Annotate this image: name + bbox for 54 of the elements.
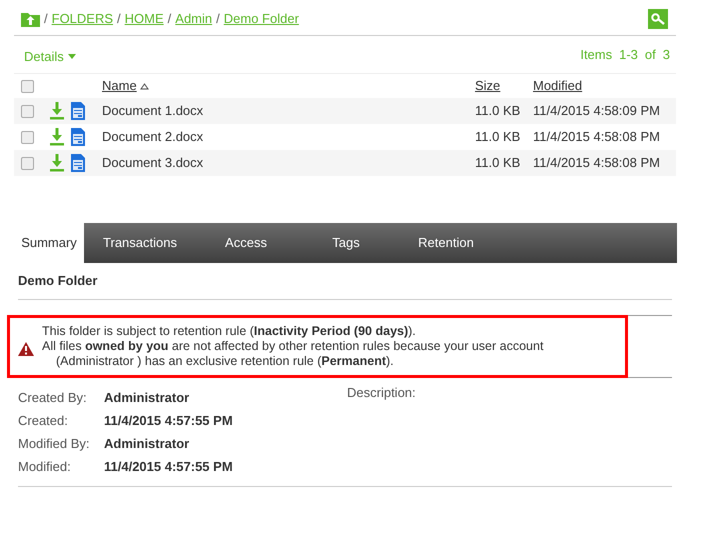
warning-icon <box>18 342 34 356</box>
alert-text: All files owned by you are not affected by other retention rules because your user account <box>42 339 544 354</box>
file-modified: 11/4/2015 4:58:09 PM <box>533 102 660 120</box>
file-name[interactable]: Document 1.docx <box>102 101 475 121</box>
document-icon <box>71 154 85 172</box>
tab[interactable]: Tags <box>296 223 396 263</box>
field-value: 11/4/2015 4:57:55 PM <box>104 458 233 476</box>
items-of: of <box>644 46 656 64</box>
breadcrumb-separator: / <box>44 10 48 28</box>
field-label: Created By: <box>18 388 88 407</box>
field-label: Created: <box>18 412 69 430</box>
tab[interactable]: Summary <box>14 223 84 263</box>
tab[interactable]: Retention <box>396 223 496 263</box>
alert-text: (Administrator ) has an exclusive retention rule (Permanent). <box>55 354 395 369</box>
items-label: Items <box>580 46 612 64</box>
file-modified: 11/4/2015 4:58:08 PM <box>533 128 660 146</box>
breadcrumb-separator: / <box>168 10 172 28</box>
download-icon[interactable] <box>50 128 64 146</box>
document-icon <box>71 128 85 146</box>
file-size: 11.0 KB <box>475 154 522 172</box>
column-header[interactable]: Modified <box>533 76 582 96</box>
file-modified: 11/4/2015 4:58:08 PM <box>533 154 660 172</box>
checkbox[interactable] <box>21 104 34 118</box>
alert-text: This folder is subject to retention rule (Inactivity Period (90 days)). <box>42 324 417 339</box>
folder-title: Demo Folder <box>18 263 672 300</box>
download-icon[interactable] <box>50 102 64 120</box>
items-range: 1-3 <box>619 46 638 64</box>
file-size: 11.0 KB <box>475 102 522 120</box>
field-label: Modified By: <box>18 434 91 453</box>
document-icon <box>71 102 85 120</box>
field-label: Modified: <box>18 458 72 476</box>
field-value: 11/4/2015 4:57:55 PM <box>104 412 233 430</box>
file-size: 11.0 KB <box>475 128 522 146</box>
checkbox[interactable] <box>21 130 34 144</box>
description-label: Description: <box>347 384 416 402</box>
folder-up-icon[interactable] <box>21 10 40 26</box>
panel-border <box>628 315 672 378</box>
field-value: Administrator <box>104 434 190 453</box>
tab[interactable]: Transactions <box>84 223 196 263</box>
file-name[interactable]: Document 2.docx <box>102 127 475 147</box>
file-name[interactable]: Document 3.docx <box>102 153 475 173</box>
breadcrumb-separator: / <box>117 10 121 28</box>
checkbox[interactable] <box>21 156 34 170</box>
tab[interactable]: Access <box>196 223 296 263</box>
download-icon[interactable] <box>50 154 64 172</box>
caret-icon <box>68 54 76 59</box>
items-total: 3 <box>662 46 670 64</box>
search-icon <box>651 12 665 24</box>
column-header[interactable]: Size <box>475 76 500 96</box>
checkbox[interactable] <box>21 80 34 92</box>
column-header[interactable]: Name <box>102 76 137 96</box>
field-value: Administrator <box>104 388 190 407</box>
breadcrumb-separator: / <box>216 10 220 28</box>
search-button[interactable] <box>648 8 668 28</box>
